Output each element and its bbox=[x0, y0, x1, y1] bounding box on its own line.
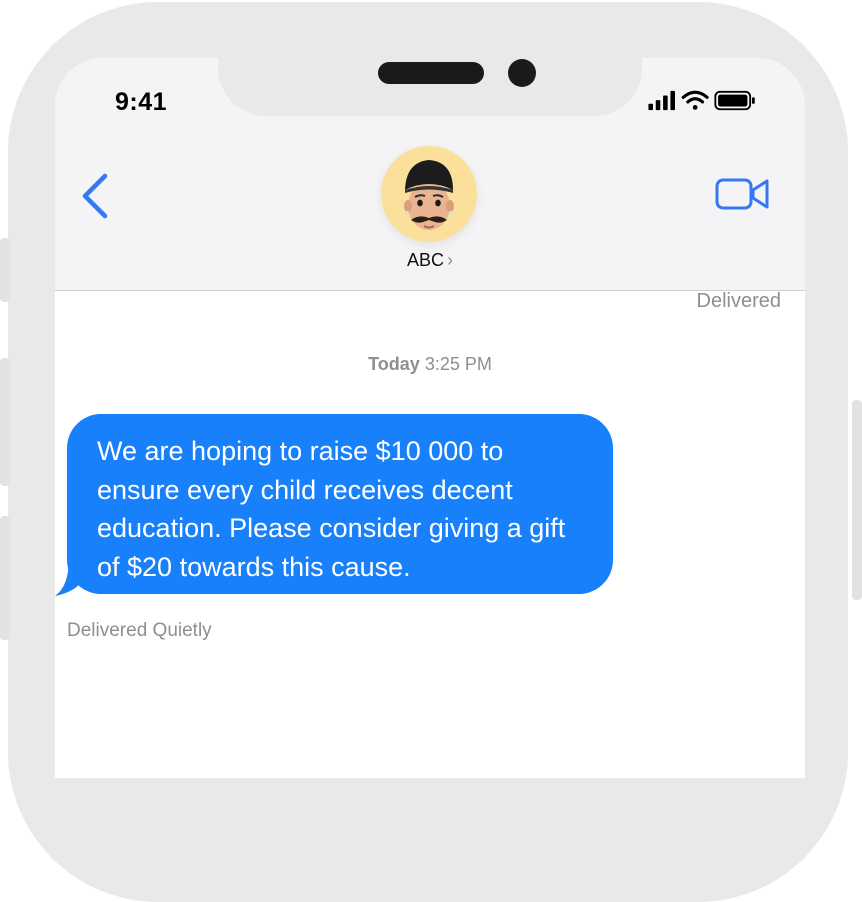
speaker-grille bbox=[378, 62, 484, 84]
wifi-icon bbox=[681, 90, 709, 110]
status-icons bbox=[648, 90, 755, 111]
memoji-icon bbox=[404, 160, 454, 230]
message-timestamp: Today 3:25 PM bbox=[55, 354, 805, 375]
message-delivery-status: Delivered Quietly bbox=[67, 620, 212, 641]
power-button bbox=[852, 400, 862, 600]
volume-up-button bbox=[0, 238, 10, 302]
front-camera bbox=[508, 59, 536, 87]
status-time: 9:41 bbox=[115, 88, 168, 116]
phone-screen: 9:41 ABC › Delivered Today 3:25 PM We ar… bbox=[55, 58, 805, 778]
contact-name-button[interactable]: ABC › bbox=[375, 250, 485, 271]
silent-switch bbox=[0, 516, 10, 640]
contact-name: ABC bbox=[406, 250, 444, 270]
message-bubble[interactable]: We are hoping to raise $10 000 to ensure… bbox=[67, 414, 613, 594]
delivered-status-top: Delivered bbox=[696, 290, 781, 312]
volume-down-button bbox=[0, 358, 10, 486]
timestamp-time: 3:25 PM bbox=[424, 354, 492, 374]
battery-icon bbox=[714, 90, 755, 111]
contact-detail-chevron: › bbox=[447, 250, 453, 270]
cellular-signal-icon bbox=[648, 90, 675, 111]
contact-avatar[interactable] bbox=[381, 146, 477, 242]
timestamp-day: Today bbox=[368, 354, 420, 374]
video-camera-icon[interactable] bbox=[715, 176, 771, 212]
back-chevron-icon[interactable] bbox=[75, 170, 115, 222]
